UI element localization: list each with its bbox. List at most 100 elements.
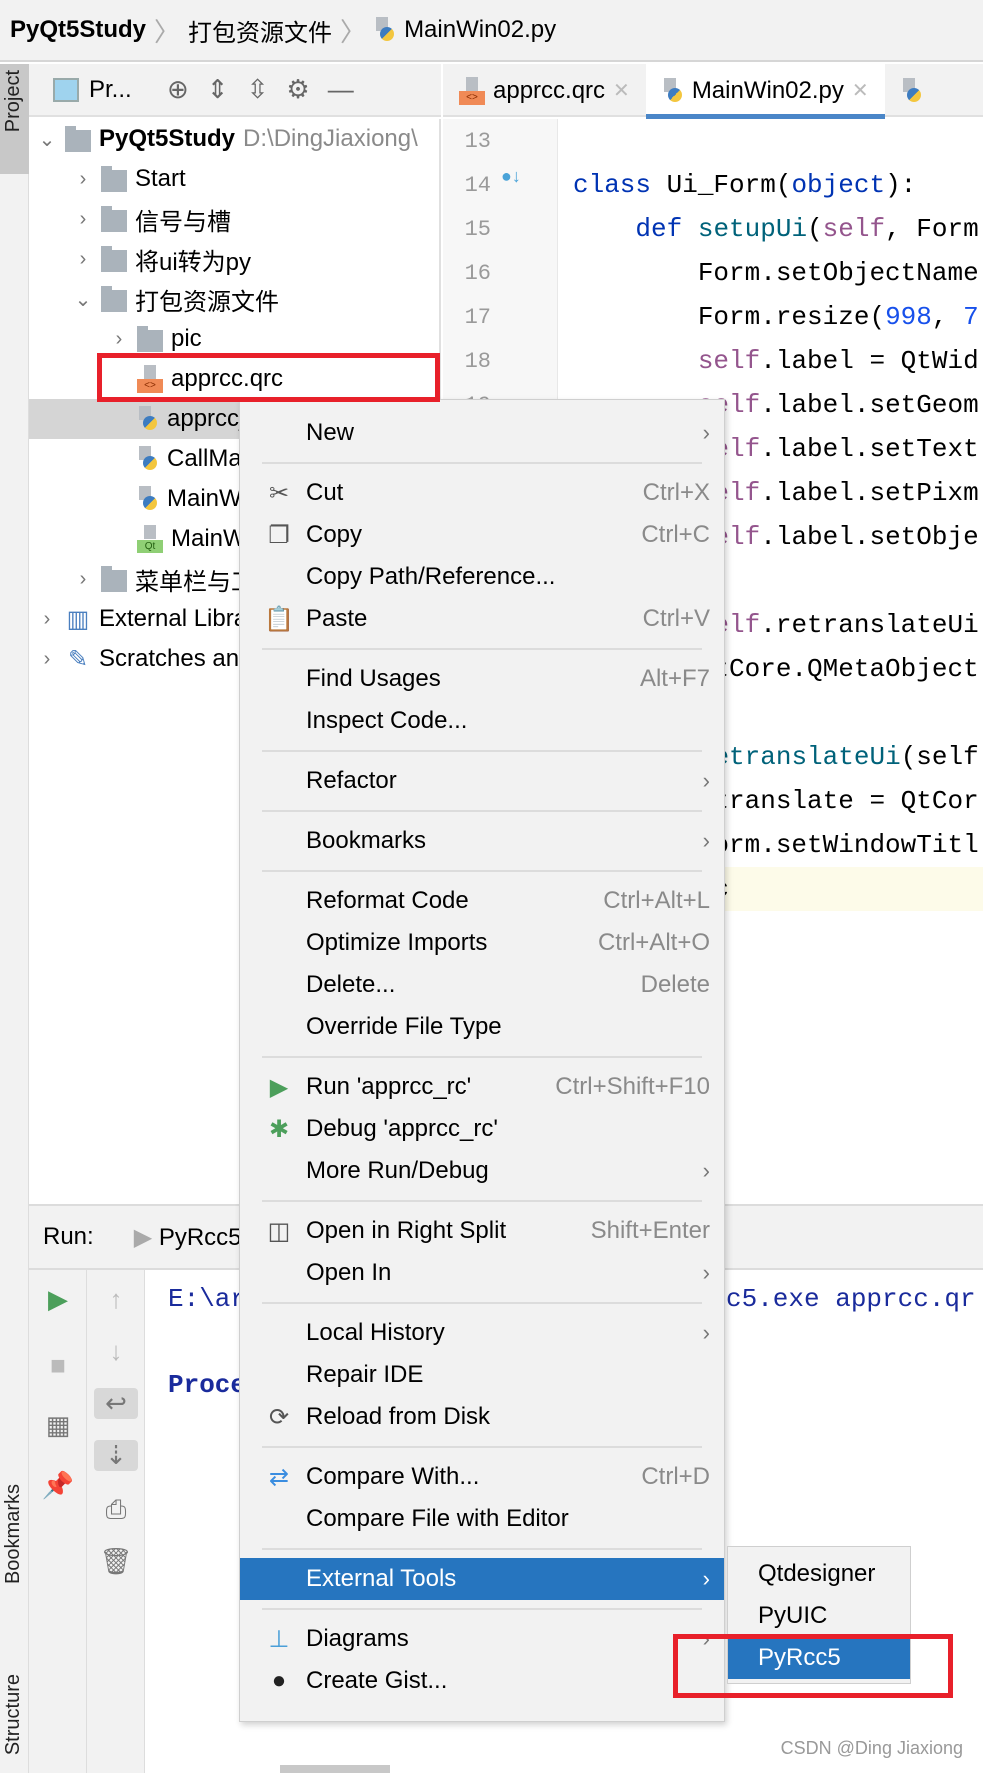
breadcrumb-project[interactable]: PyQt5Study xyxy=(10,16,146,44)
menu-item-cut[interactable]: ✂ Cut Ctrl+X xyxy=(240,472,724,514)
close-icon[interactable]: ✕ xyxy=(852,78,869,103)
menu-item-copy-path-reference[interactable]: Copy Path/Reference... xyxy=(240,556,724,598)
menu-item-local-history[interactable]: Local History › xyxy=(240,1312,724,1354)
breadcrumb-folder[interactable]: 打包资源文件 xyxy=(188,13,332,48)
menu-item-label: Refactor xyxy=(306,767,397,794)
reload-icon: ⟳ xyxy=(268,1403,290,1431)
run-icon: ▶ xyxy=(269,1073,289,1101)
print-icon[interactable]: ⎙ xyxy=(87,1494,145,1526)
menu-item-repair-ide[interactable]: Repair IDE xyxy=(240,1354,724,1396)
editor-tab[interactable]: apprcc.qrc ✕ xyxy=(443,64,646,117)
menu-item-optimize-imports[interactable]: Optimize Imports Ctrl+Alt+O xyxy=(240,922,724,964)
code-line: def setupUi(self, Form xyxy=(573,207,978,251)
submenu-item-pyuic[interactable]: PyUIC xyxy=(728,1595,910,1637)
menu-item-paste[interactable]: 📋 Paste Ctrl+V xyxy=(240,598,724,640)
run-tab[interactable]: ▶ PyRcc5 xyxy=(134,1223,242,1252)
collapse-all-icon[interactable]: ⇳ xyxy=(247,74,269,105)
chevron-right-icon[interactable]: › xyxy=(37,648,57,671)
menu-item-override-file-type[interactable]: Override File Type xyxy=(240,1006,724,1048)
tree-item-label: pic xyxy=(171,325,202,352)
menu-item-inspect-code[interactable]: Inspect Code... xyxy=(240,700,724,742)
menu-item-bookmarks[interactable]: Bookmarks › xyxy=(240,820,724,862)
code-token: .label.setObje xyxy=(760,522,979,552)
gear-icon[interactable]: ⚙ xyxy=(286,74,309,105)
project-tool-label[interactable]: Project xyxy=(2,70,25,132)
console-line: E:\ar xyxy=(168,1284,247,1314)
scroll-to-end-icon[interactable]: ⇣ xyxy=(94,1440,138,1471)
chevron-right-icon[interactable]: › xyxy=(73,168,93,191)
chevron-down-icon[interactable]: ⌄ xyxy=(37,127,57,152)
menu-item-label: Local History xyxy=(306,1319,445,1346)
tree-item[interactable]: › 将ui转为py xyxy=(29,239,439,279)
code-line: self.label = QtWid xyxy=(573,339,979,383)
locate-icon[interactable]: ⊕ xyxy=(167,74,189,105)
menu-item-compare-with[interactable]: ⇄ Compare With... Ctrl+D xyxy=(240,1456,724,1498)
tree-item-label: PyQt5Study xyxy=(99,125,236,152)
chevron-right-icon[interactable]: › xyxy=(37,608,57,631)
breakpoint-override-icon[interactable]: ●↓ xyxy=(501,166,521,187)
tree-item[interactable]: › Start xyxy=(29,159,439,199)
close-icon[interactable]: ✕ xyxy=(613,78,630,103)
menu-item-open-in-right-split[interactable]: ◫ Open in Right Split Shift+Enter xyxy=(240,1210,724,1252)
expand-all-icon[interactable]: ⇕ xyxy=(207,74,229,105)
menu-item-debug-apprcc-rc[interactable]: ✱ Debug 'apprcc_rc' xyxy=(240,1108,724,1150)
editor-tabs: apprcc.qrc ✕ MainWin02.py ✕ xyxy=(443,64,983,119)
breadcrumb-file[interactable]: MainWin02.py xyxy=(404,16,556,44)
tree-item[interactable]: ⌄ PyQt5Study D:\DingJiaxiong\ xyxy=(29,119,439,159)
editor-tab[interactable]: MainWin02.py ✕ xyxy=(645,64,885,119)
bookmarks-tool-label[interactable]: Bookmarks xyxy=(2,1484,25,1584)
chevron-right-icon: › xyxy=(702,828,710,853)
chevron-right-icon[interactable]: › xyxy=(73,568,93,591)
chevron-right-icon[interactable]: › xyxy=(73,248,93,271)
pin-icon[interactable]: 📌 xyxy=(29,1470,87,1501)
menu-separator xyxy=(240,862,724,880)
stop-icon[interactable]: ■ xyxy=(29,1350,87,1381)
up-arrow-icon[interactable]: ↑ xyxy=(87,1284,145,1315)
menu-item-external-tools[interactable]: External Tools › xyxy=(240,1558,724,1600)
run-tab-icon: ▶ xyxy=(133,1223,159,1251)
soft-wrap-icon[interactable]: ↩ xyxy=(94,1388,138,1419)
menu-item-create-gist[interactable]: ● Create Gist... xyxy=(240,1660,724,1702)
menu-item-find-usages[interactable]: Find Usages Alt+F7 xyxy=(240,658,724,700)
down-arrow-icon[interactable]: ↓ xyxy=(87,1336,145,1367)
tree-item[interactable]: ⌄ 打包资源文件 xyxy=(29,279,439,319)
line-number: 15 xyxy=(464,217,491,242)
tree-item[interactable]: › 信号与槽 xyxy=(29,199,439,239)
rerun-icon[interactable]: ▶ xyxy=(29,1284,87,1315)
menu-item-reformat-code[interactable]: Reformat Code Ctrl+Alt+L xyxy=(240,880,724,922)
menu-item-run-apprcc-rc[interactable]: ▶ Run 'apprcc_rc' Ctrl+Shift+F10 xyxy=(240,1066,724,1108)
menu-item-label: External Tools xyxy=(306,1565,457,1592)
menu-item-label: New xyxy=(306,419,355,446)
chevron-right-icon[interactable]: › xyxy=(73,208,93,231)
menu-item-more-run-debug[interactable]: More Run/Debug › xyxy=(240,1150,724,1192)
menu-item-refactor[interactable]: Refactor › xyxy=(240,760,724,802)
chevron-right-icon[interactable]: › xyxy=(109,328,129,351)
layout-icon[interactable]: ▦ xyxy=(29,1410,87,1441)
menu-item-compare-file-with-editor[interactable]: Compare File with Editor xyxy=(240,1498,724,1540)
breadcrumb: PyQt5Study 〉 打包资源文件 〉 MainWin02.py xyxy=(0,0,983,62)
hide-icon[interactable]: — xyxy=(328,74,354,105)
line-number: 18 xyxy=(464,349,491,374)
chevron-down-icon[interactable]: ⌄ xyxy=(73,287,93,312)
menu-item-open-in[interactable]: Open In › xyxy=(240,1252,724,1294)
code-token: (self xyxy=(900,742,979,772)
submenu-item-qtdesigner[interactable]: Qtdesigner xyxy=(728,1553,910,1595)
editor-tab[interactable] xyxy=(885,64,947,117)
horizontal-scrollbar[interactable] xyxy=(280,1765,390,1773)
project-view-selector[interactable]: Pr... xyxy=(89,76,149,104)
scissors-icon: ✂ xyxy=(268,479,290,507)
code-token: 998 xyxy=(885,302,932,332)
compare-icon: ⇄ xyxy=(268,1463,290,1491)
structure-tool-label[interactable]: Structure xyxy=(2,1674,25,1755)
menu-item-new[interactable]: New › xyxy=(240,412,724,454)
menu-item-diagrams[interactable]: ⊥ Diagrams › xyxy=(240,1618,724,1660)
tree-item-label: Start xyxy=(135,165,186,192)
menu-item-reload-from-disk[interactable]: ⟳ Reload from Disk xyxy=(240,1396,724,1438)
code-token: self xyxy=(822,214,886,244)
menu-item-label: Inspect Code... xyxy=(306,707,468,734)
menu-item-delete[interactable]: Delete... Delete xyxy=(240,964,724,1006)
menu-item-label: Override File Type xyxy=(306,1013,502,1040)
trash-icon[interactable]: 🗑 xyxy=(87,1546,145,1577)
menu-item-copy[interactable]: ❐ Copy Ctrl+C xyxy=(240,514,724,556)
